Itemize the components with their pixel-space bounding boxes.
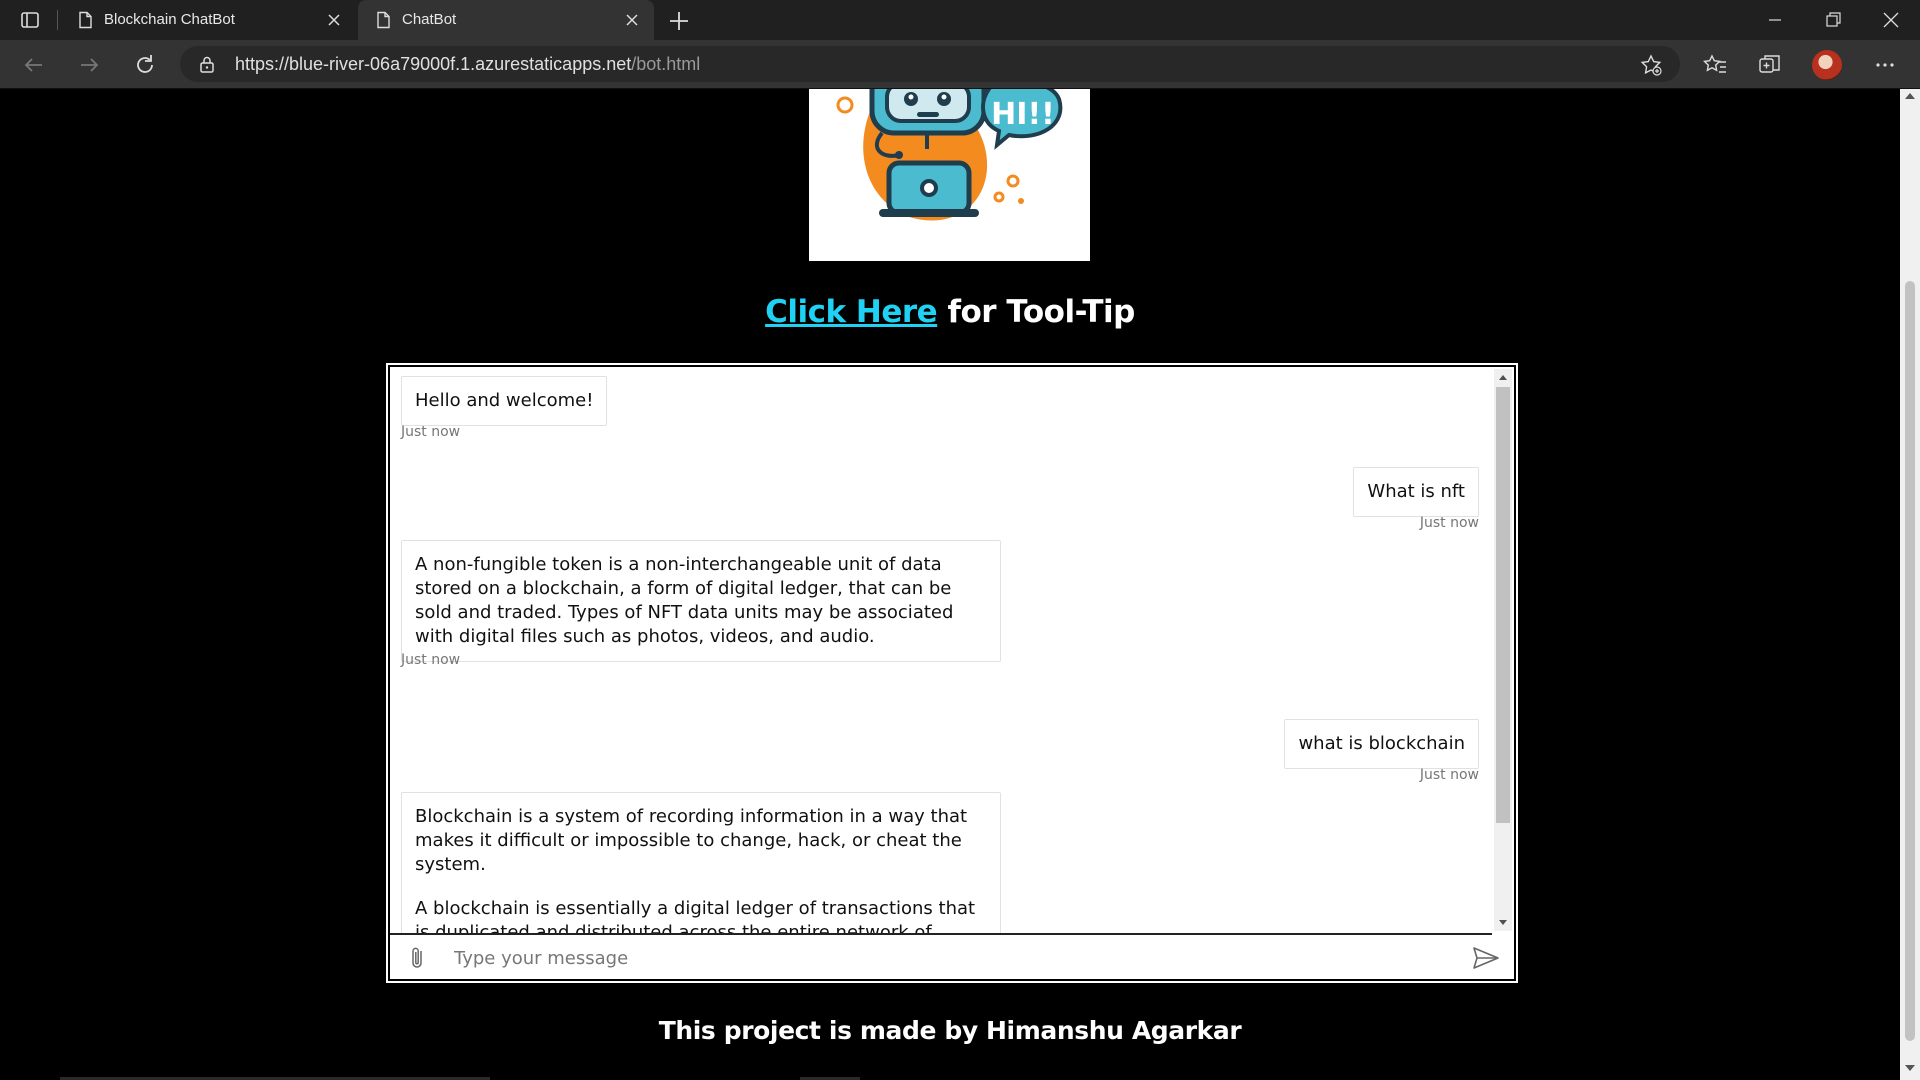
profile-avatar[interactable] bbox=[1812, 50, 1842, 80]
tab-chatbot[interactable]: ChatBot bbox=[358, 0, 654, 40]
message-list-scrollbar[interactable] bbox=[1494, 369, 1512, 931]
message-timestamp: Just now bbox=[1419, 515, 1479, 531]
message-timestamp: Just now bbox=[1419, 767, 1479, 783]
speech-bubble-text: HI!! bbox=[991, 97, 1055, 132]
scroll-up-arrow-icon[interactable] bbox=[1499, 375, 1507, 380]
browser-tab-strip: Blockchain ChatBot ChatBot bbox=[0, 0, 1920, 40]
restore-icon[interactable] bbox=[1818, 8, 1848, 32]
close-tab-icon[interactable] bbox=[326, 12, 342, 28]
scrollbar-thumb[interactable] bbox=[1905, 281, 1915, 1041]
tooltip-link[interactable]: Click Here bbox=[765, 294, 938, 330]
address-bar[interactable]: https://blue-river-06a79000f.1.azurestat… bbox=[180, 46, 1680, 82]
message-timestamp: Just now bbox=[401, 424, 461, 440]
tab-actions-icon bbox=[21, 12, 39, 28]
close-tab-icon[interactable] bbox=[624, 12, 640, 28]
bot-message: Hello and welcome! bbox=[401, 376, 608, 426]
footer-credit: This project is made by Himanshu Agarkar bbox=[658, 1016, 1242, 1045]
send-icon[interactable] bbox=[1471, 944, 1501, 972]
add-favorite-icon[interactable] bbox=[1640, 54, 1662, 76]
message-text: what is blockchain bbox=[1298, 733, 1465, 754]
message-input[interactable] bbox=[452, 943, 1456, 973]
tab-blockchain-chatbot[interactable]: Blockchain ChatBot bbox=[60, 0, 356, 40]
user-message: what is blockchain bbox=[1284, 719, 1479, 769]
chatbot-illustration: HI!! bbox=[809, 89, 1090, 261]
new-tab-icon[interactable] bbox=[666, 8, 692, 34]
message-text: A blockchain is essentially a digital le… bbox=[415, 898, 976, 935]
url-text: https://blue-river-06a79000f.1.azurestat… bbox=[235, 54, 700, 75]
close-window-icon[interactable] bbox=[1876, 8, 1906, 32]
page-icon bbox=[79, 11, 92, 29]
page-viewport: HI!! Click Here for Tool-Tip Hello and w… bbox=[0, 89, 1900, 1080]
message-timestamp: Just now bbox=[401, 652, 461, 668]
tab-title: Blockchain ChatBot bbox=[104, 11, 235, 28]
url-path: /bot.html bbox=[631, 54, 701, 74]
forward-icon[interactable] bbox=[76, 52, 102, 78]
message-list[interactable]: Hello and welcome! Just now What is nft … bbox=[390, 367, 1492, 935]
message-text: What is nft bbox=[1367, 481, 1465, 502]
browser-toolbar: https://blue-river-06a79000f.1.azurestat… bbox=[0, 40, 1920, 89]
lock-icon[interactable] bbox=[198, 55, 216, 73]
favorites-icon[interactable] bbox=[1702, 52, 1728, 78]
scrollbar-thumb[interactable] bbox=[1496, 387, 1510, 823]
message-text: Hello and welcome! bbox=[415, 390, 594, 411]
tab-actions-button[interactable] bbox=[14, 7, 46, 33]
message-text: Blockchain is a system of recording info… bbox=[415, 806, 968, 875]
tooltip-heading-text: for Tool-Tip bbox=[937, 294, 1135, 330]
bot-message: A non-fungible token is a non-interchang… bbox=[401, 540, 1001, 662]
message-composer bbox=[390, 935, 1514, 979]
scroll-up-arrow-icon[interactable] bbox=[1905, 93, 1915, 99]
collections-icon[interactable] bbox=[1757, 52, 1783, 78]
message-text: A non-fungible token is a non-interchang… bbox=[415, 554, 954, 647]
tab-separator bbox=[57, 10, 58, 30]
scroll-down-arrow-icon[interactable] bbox=[1499, 920, 1507, 925]
tab-title: ChatBot bbox=[402, 11, 457, 28]
bot-message: Blockchain is a system of recording info… bbox=[401, 792, 1001, 935]
user-message: What is nft bbox=[1353, 467, 1479, 517]
more-options-icon[interactable] bbox=[1872, 52, 1898, 78]
scroll-down-arrow-icon[interactable] bbox=[1905, 1065, 1915, 1071]
refresh-icon[interactable] bbox=[132, 52, 158, 78]
attach-icon[interactable] bbox=[406, 945, 430, 971]
page-scrollbar[interactable] bbox=[1900, 89, 1920, 1080]
chat-widget: Hello and welcome! Just now What is nft … bbox=[386, 363, 1518, 983]
url-host: https://blue-river-06a79000f.1.azurestat… bbox=[235, 54, 632, 74]
robot-illustration: HI!! bbox=[836, 89, 1063, 221]
tooltip-heading: Click Here for Tool-Tip bbox=[0, 294, 1900, 330]
page-icon bbox=[377, 11, 390, 29]
minimize-icon[interactable] bbox=[1760, 8, 1790, 32]
back-icon[interactable] bbox=[21, 52, 47, 78]
